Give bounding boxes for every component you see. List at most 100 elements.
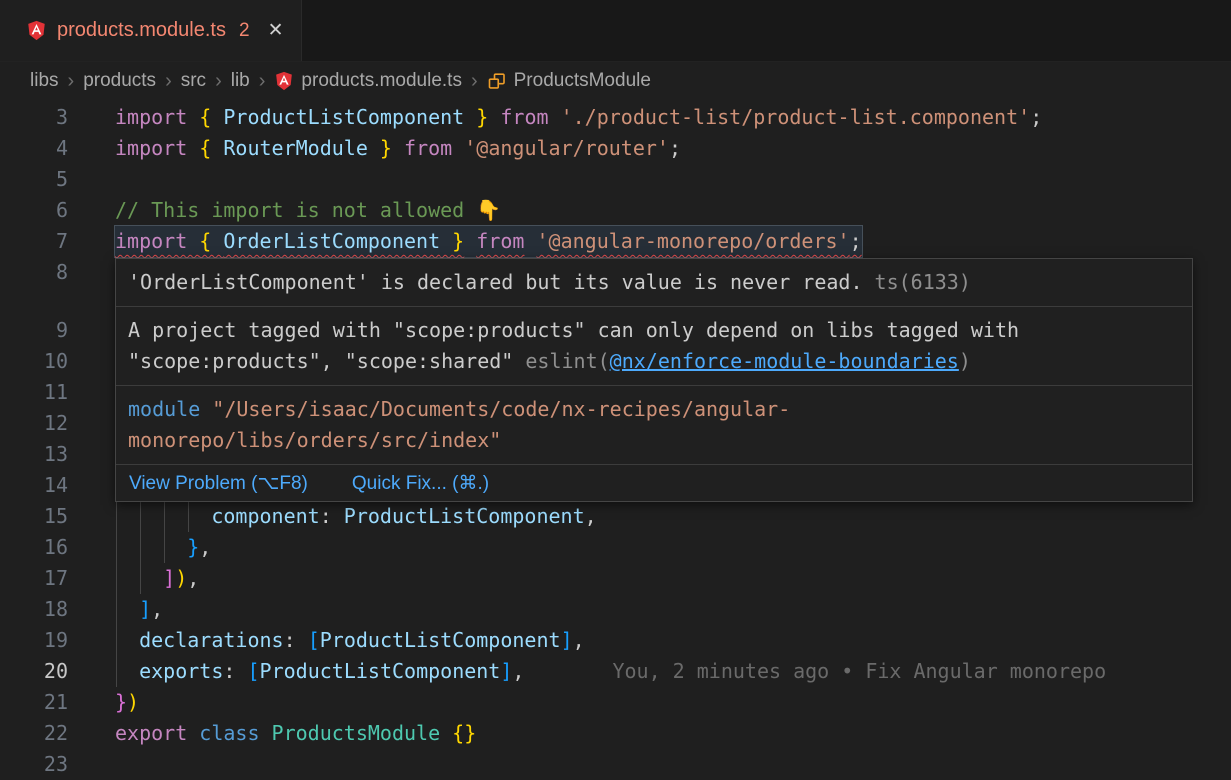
tab-bar: products.module.ts 2 ✕ — [0, 0, 1231, 62]
code-token: from — [476, 229, 524, 253]
code-line-7[interactable]: import { OrderListComponent } from '@ang… — [115, 226, 862, 257]
editor-line-19[interactable]: 19 declarations: [ProductListComponent], — [0, 625, 1231, 656]
line-number-20: 20 — [0, 656, 68, 687]
editor-line-4[interactable]: 4 import { RouterModule } from '@angular/… — [0, 133, 1231, 164]
line-number-3: 3 — [0, 102, 68, 133]
chevron-right-icon: › — [259, 70, 266, 93]
line-number-13: 13 — [0, 439, 68, 470]
editor-line-6[interactable]: 6// This import is not allowed 👇 — [0, 195, 1231, 226]
breadcrumb-item-products[interactable]: products — [83, 70, 156, 92]
code-token — [488, 105, 500, 129]
indent-guide — [116, 501, 117, 687]
code-line-4[interactable]: import { RouterModule } from '@angular/r… — [115, 133, 681, 164]
hover-text-row: module "/Users/isaac/Documents/code/nx-r… — [128, 394, 1180, 425]
breadcrumb-item-symbol[interactable]: ProductsModule — [487, 70, 651, 92]
git-blame-annotation: You, 2 minutes ago • Fix Angular monorep… — [612, 656, 1106, 687]
breadcrumb-item-libs[interactable]: libs — [30, 70, 59, 92]
line-number-7: 7 — [0, 226, 68, 257]
editor-line-16[interactable]: 16 }, — [0, 532, 1231, 563]
code-token: : — [320, 504, 344, 528]
editor-line-18[interactable]: 18 ], — [0, 594, 1231, 625]
code-line-3[interactable]: import { ProductListComponent } from './… — [115, 102, 1042, 133]
code-line-21[interactable]: }) — [115, 687, 139, 718]
code-line-6[interactable]: // This import is not allowed 👇 — [115, 195, 501, 226]
code-token: ] — [163, 566, 175, 590]
breadcrumb-item-file[interactable]: products.module.ts — [274, 70, 462, 92]
code-token: ProductListComponent — [344, 504, 585, 528]
line-number-23: 23 — [0, 749, 68, 780]
code-token — [115, 659, 139, 683]
hover-token: 'OrderListComponent' is declared but its… — [128, 270, 875, 294]
line-number-17: 17 — [0, 563, 68, 594]
breadcrumb-label: products.module.ts — [301, 70, 462, 92]
hover-token: ts(6133) — [875, 270, 971, 294]
code-token: './product-list/product-list.component' — [561, 105, 1031, 129]
editor-line-5[interactable]: 5 — [0, 164, 1231, 195]
code-line-17[interactable]: ]), — [115, 563, 199, 594]
code-token: export — [115, 721, 199, 745]
tab-products-module-ts[interactable]: products.module.ts 2 ✕ — [0, 0, 302, 61]
line-number-4: 4 — [0, 133, 68, 164]
code-token: ) — [175, 566, 187, 590]
editor-line-3[interactable]: 3 import { ProductListComponent } from '.… — [0, 102, 1231, 133]
chevron-right-icon: › — [215, 70, 222, 93]
code-token: } — [368, 136, 392, 160]
breadcrumb-label: src — [181, 70, 206, 92]
code-token: } — [464, 105, 488, 129]
breadcrumb-label: libs — [30, 70, 59, 92]
editor[interactable]: 3 import { ProductListComponent } from '.… — [0, 100, 1231, 780]
editor-line-22[interactable]: 22export class ProductsModule {} — [0, 718, 1231, 749]
code-token: { — [199, 105, 223, 129]
breadcrumb-label: products — [83, 70, 156, 92]
code-token: : — [284, 628, 308, 652]
code-token: import — [115, 229, 199, 253]
code-line-22[interactable]: export class ProductsModule {} — [115, 718, 476, 749]
eslint-rule-link[interactable]: @nx/enforce-module-boundaries — [610, 349, 959, 373]
code-token: declarations — [139, 628, 284, 652]
editor-line-7[interactable]: 7 import { OrderListComponent } from '@an… — [0, 226, 1231, 257]
breadcrumb-label: ProductsModule — [514, 70, 651, 92]
view-problem-action[interactable]: View Problem (⌥F8) — [129, 472, 308, 495]
tab-label: products.module.ts — [57, 19, 226, 42]
chevron-right-icon: › — [165, 70, 172, 93]
indent-guide — [188, 501, 189, 532]
code-token: , — [585, 504, 597, 528]
breadcrumb-item-lib[interactable]: lib — [231, 70, 250, 92]
code-token — [452, 136, 464, 160]
close-tab-icon[interactable]: ✕ — [268, 19, 284, 42]
editor-line-17[interactable]: 17 ]), — [0, 563, 1231, 594]
code-token: } — [440, 229, 464, 253]
line-number-8: 8 — [0, 257, 68, 288]
code-token: RouterModule — [223, 136, 368, 160]
editor-line-20[interactable]: 20 exports: [ProductListComponent], You, … — [0, 656, 1231, 687]
code-token: ProductListComponent — [223, 105, 464, 129]
code-token: 👇 — [476, 198, 501, 222]
hover-token: module — [128, 397, 212, 421]
line-number-14: 14 — [0, 470, 68, 501]
code-token: exports — [139, 659, 223, 683]
quick-fix-action[interactable]: Quick Fix... (⌘.) — [352, 472, 489, 495]
code-line-19[interactable]: declarations: [ProductListComponent], — [115, 625, 585, 656]
code-line-20[interactable]: exports: [ProductListComponent], — [115, 656, 524, 687]
code-token: class — [199, 721, 271, 745]
code-token: , — [573, 628, 585, 652]
editor-line-15[interactable]: 15 component: ProductListComponent, — [0, 501, 1231, 532]
code-token — [392, 136, 404, 160]
breadcrumb-item-src[interactable]: src — [181, 70, 206, 92]
editor-line-23[interactable]: 23 — [0, 749, 1231, 780]
class-symbol-icon — [487, 71, 507, 91]
code-token: ] — [561, 628, 573, 652]
code-token: ; — [850, 229, 862, 253]
code-line-18[interactable]: ], — [115, 594, 163, 625]
hover-section-2: A project tagged with "scope:products" c… — [116, 307, 1192, 386]
hover-token: "/Users/isaac/Documents/code/nx-recipes/… — [212, 397, 790, 421]
hover-section-1: 'OrderListComponent' is declared but its… — [116, 259, 1192, 307]
editor-line-21[interactable]: 21}) — [0, 687, 1231, 718]
line-number-21: 21 — [0, 687, 68, 718]
line-number-5: 5 — [0, 164, 68, 195]
code-token: ProductListComponent — [260, 659, 501, 683]
line-number-11: 11 — [0, 377, 68, 408]
tab-problems-badge: 2 — [239, 20, 250, 42]
vscode-window: products.module.ts 2 ✕ libs › products ›… — [0, 0, 1231, 780]
hover-text-row: monorepo/libs/orders/src/index" — [128, 425, 1180, 456]
